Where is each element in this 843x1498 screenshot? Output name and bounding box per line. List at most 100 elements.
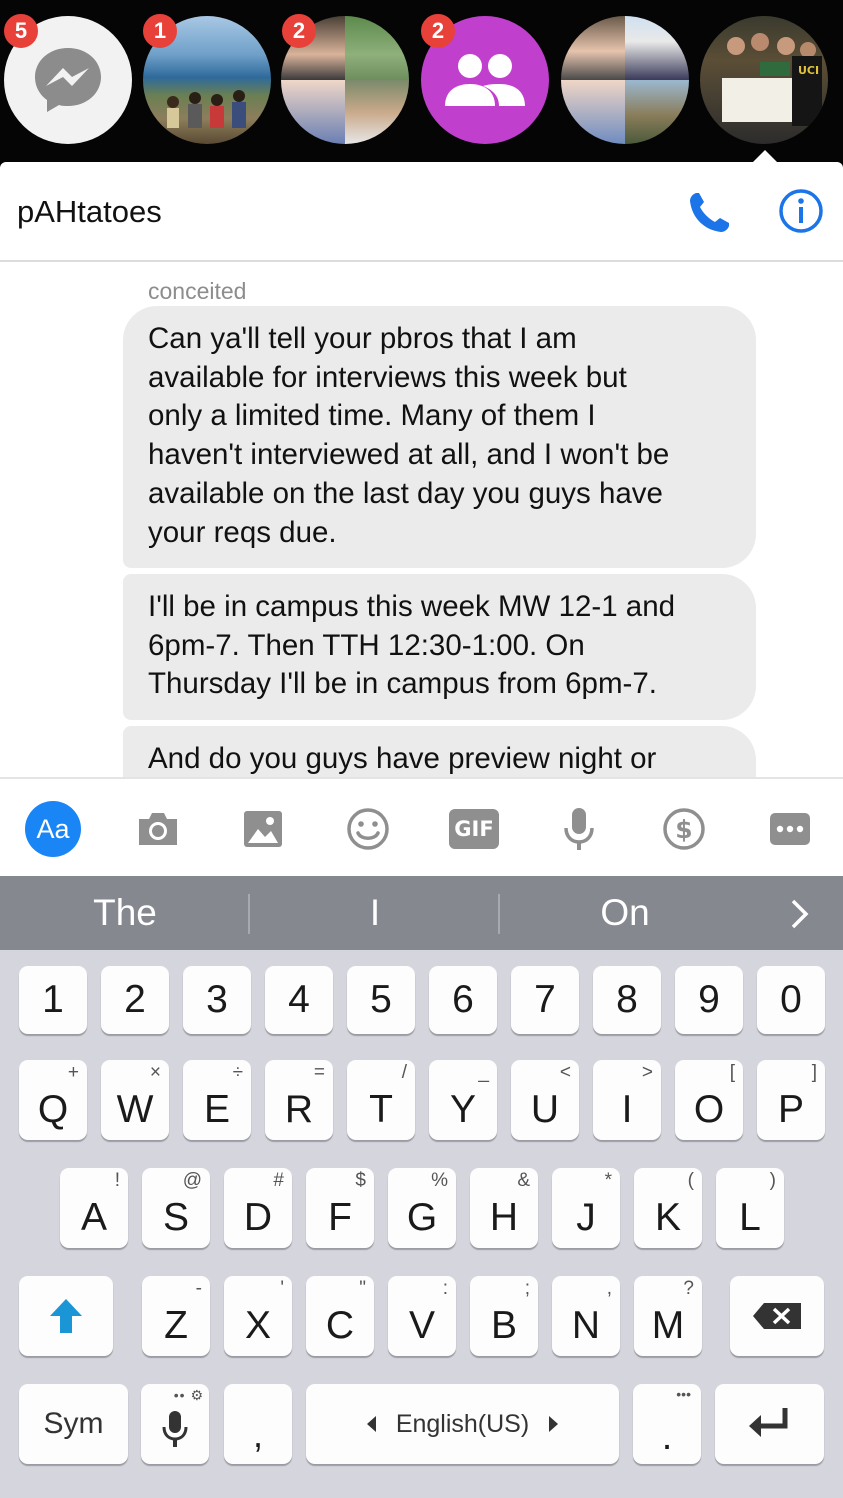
key-p[interactable]: ] P [757,1060,825,1140]
key-u[interactable]: < U [511,1060,579,1140]
suggestion-divider [248,894,250,934]
key-label: 4 [288,978,310,1021]
svg-text:UCI: UCI [798,64,819,77]
key-w[interactable]: × W [101,1060,169,1140]
period-key[interactable]: ••• . [633,1384,701,1464]
chat-head-photo-group-sign[interactable]: UCI [700,16,828,144]
key-b[interactable]: ; B [470,1276,538,1356]
key-v[interactable]: :V [388,1276,456,1356]
space-key[interactable]: English(US) [306,1384,619,1464]
comma-key[interactable]: , [224,1384,292,1464]
key-6[interactable]: 6 [429,966,497,1034]
key-3[interactable]: 3 [183,966,251,1034]
key-e[interactable]: ÷ E [183,1060,251,1140]
key-g[interactable]: % G [388,1168,456,1248]
key-i[interactable]: > I [593,1060,661,1140]
language-label: English(US) [395,1409,530,1438]
shift-key[interactable] [19,1276,113,1356]
suggestion-1[interactable]: The [40,892,210,934]
message-bubble[interactable]: I'll be in campus this week MW 12-1 and … [123,574,756,720]
backspace-icon [753,1303,801,1329]
key-4[interactable]: 4 [265,966,333,1034]
group-icon [445,54,525,106]
key-s[interactable]: @ S [142,1168,210,1248]
key-alt-symbol: * [604,1170,612,1191]
emoji-icon[interactable] [340,801,396,857]
key-y[interactable]: _ Y [429,1060,497,1140]
key-alt-symbol: × [149,1062,161,1083]
key-m[interactable]: ? M [634,1276,702,1356]
key-label: 7 [534,978,556,1021]
chat-head-photo-quad-2[interactable] [561,16,689,144]
gif-icon[interactable]: GIF [446,801,502,857]
key-label: P [777,1088,804,1131]
key-label: N [571,1304,601,1347]
key-r[interactable]: = R [265,1060,333,1140]
key-h[interactable]: & H [470,1168,538,1248]
key-o[interactable]: [O [675,1060,743,1140]
key-label: I [621,1088,633,1131]
more-icon[interactable] [762,801,818,857]
suggestion-bar: The I On [0,876,843,950]
key-alt-symbol: < [559,1062,571,1083]
message-bubble[interactable]: And do you guys have preview night or [123,726,756,777]
key-label: Y [449,1088,476,1131]
key-alt-symbol: ' [280,1278,284,1299]
key-t[interactable]: / T [347,1060,415,1140]
voice-input-key[interactable]: •• ⚙ [141,1384,209,1464]
key-q[interactable]: + Q [19,1060,87,1140]
enter-key[interactable] [715,1384,824,1464]
key-1[interactable]: 1 [19,966,87,1034]
key-0[interactable]: 0 [757,966,825,1034]
key-x[interactable]: ' X [224,1276,292,1356]
key-alt-symbol: + [67,1062,79,1083]
key-label: R [284,1088,314,1131]
key-label: D [243,1196,273,1239]
key-l[interactable]: ) L [716,1168,784,1248]
key-k[interactable]: (K [634,1168,702,1248]
info-icon[interactable] [778,188,824,234]
key-5[interactable]: 5 [347,966,415,1034]
unread-badge: 2 [421,14,455,48]
key-9[interactable]: 9 [675,966,743,1034]
key-alt-symbol: ( [687,1170,694,1191]
keyboard: The I On 1 2 3 4 5 6 7 8 9 0 + Q × W ÷ E = R / T _ Y < U > I[O] P!… [0,876,843,1498]
key-2[interactable]: 2 [101,966,169,1034]
suggestion-2[interactable]: I [290,892,460,934]
payment-icon[interactable]: $ [656,801,712,857]
camera-icon[interactable] [130,801,186,857]
key-alt-symbol: = [313,1062,325,1083]
symbols-key[interactable]: Sym [19,1384,128,1464]
key-a[interactable]: ! A [60,1168,128,1248]
key-label: E [203,1088,230,1131]
gallery-icon[interactable] [235,801,291,857]
gif-label: GIF [449,809,499,849]
key-8[interactable]: 8 [593,966,661,1034]
message-list[interactable]: conceited Can ya'll tell your pbros that… [0,262,843,777]
suggestion-3[interactable]: On [540,892,710,934]
key-n[interactable]: ,N [552,1276,620,1356]
key-label: 3 [206,978,228,1021]
key-label: G [406,1196,438,1239]
text-input-button[interactable]: Aa [25,801,81,857]
microphone-icon[interactable] [551,801,607,857]
message-text: And do you guys have preview night or [148,742,657,775]
backspace-key[interactable] [730,1276,824,1356]
key-d[interactable]: # D [224,1168,292,1248]
key-label: C [325,1304,355,1347]
key-7[interactable]: 7 [511,966,579,1034]
key-alt-symbol: ] [811,1062,817,1083]
message-bubble[interactable]: Can ya'll tell your pbros that I am avai… [123,306,756,568]
key-label: S [162,1196,189,1239]
conversation-title: pAHtatoes [17,194,162,229]
phone-icon[interactable] [686,188,734,236]
key-z[interactable]: -Z [142,1276,210,1356]
key-c[interactable]: " C [306,1276,374,1356]
shift-arrow-icon [50,1299,82,1333]
chevron-right-icon[interactable] [788,898,812,930]
messenger-logo-icon [35,48,101,112]
key-f[interactable]: $ F [306,1168,374,1248]
key-j[interactable]: * J [552,1168,620,1248]
key-label: V [408,1304,435,1347]
key-label: 6 [452,978,474,1021]
